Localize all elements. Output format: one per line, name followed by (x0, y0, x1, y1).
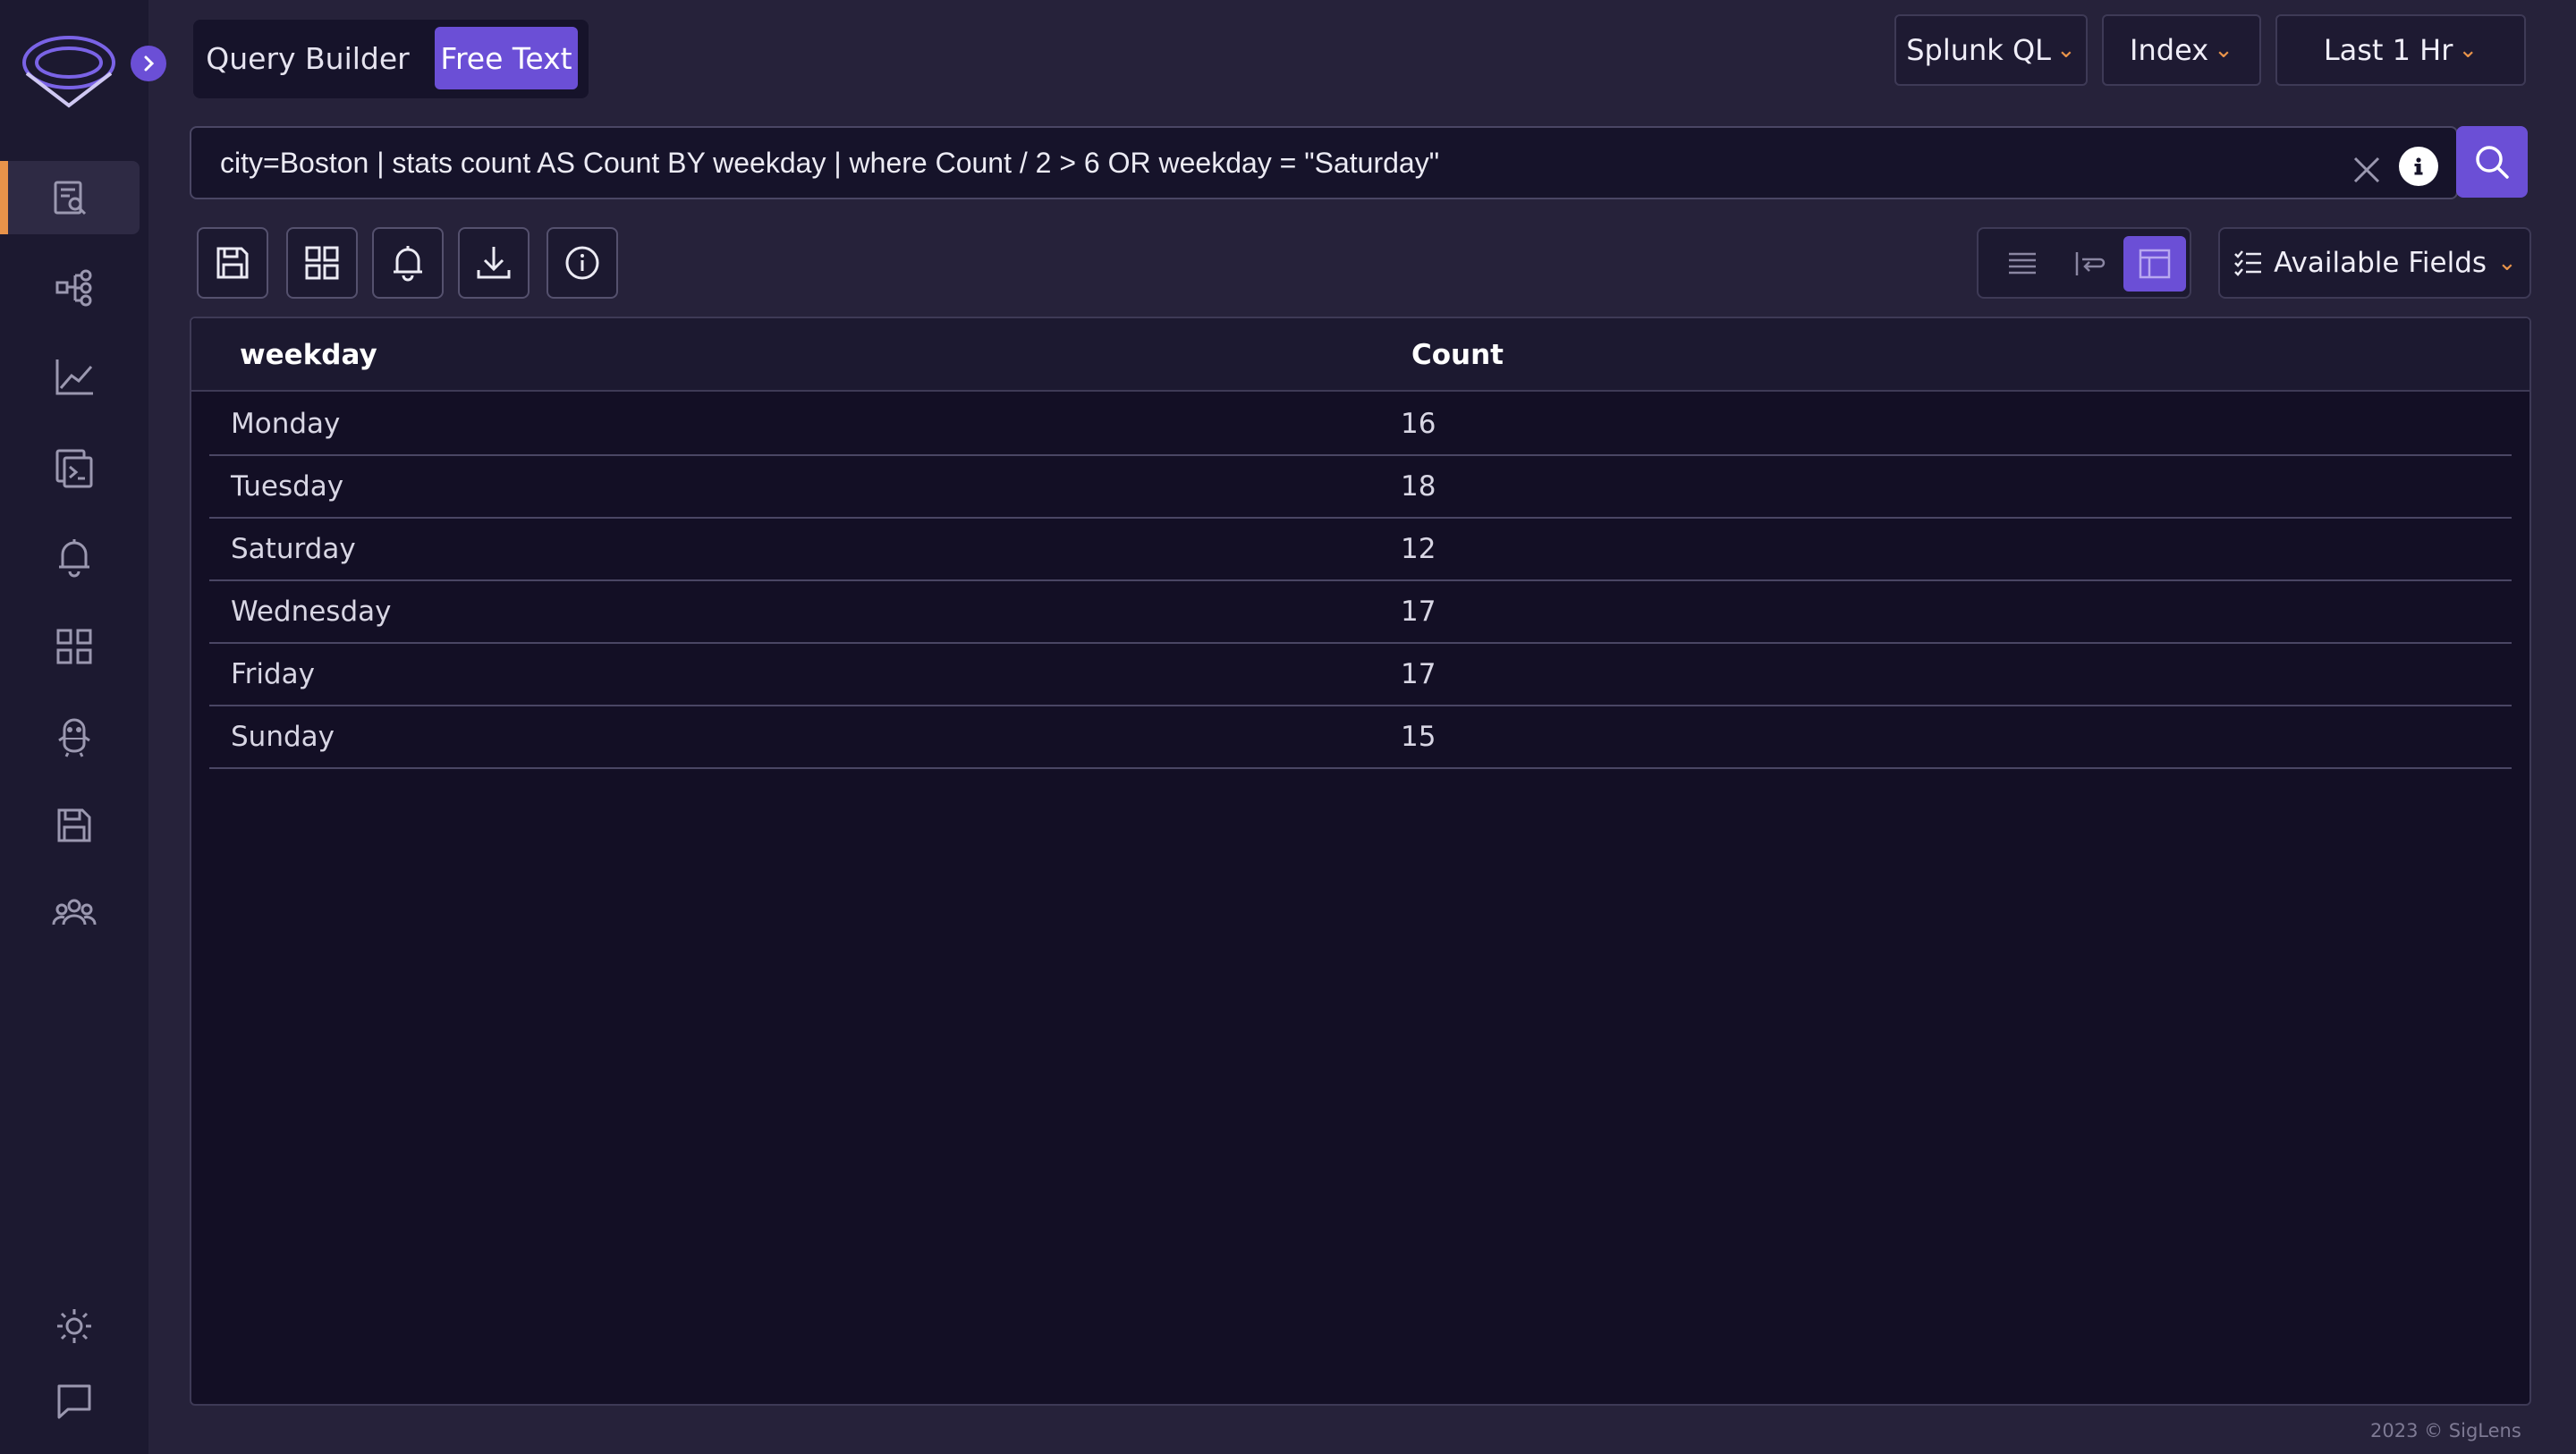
save-icon (216, 247, 249, 279)
clear-search-button[interactable] (2345, 148, 2388, 191)
dashboards-icon (56, 629, 92, 664)
service-graph-icon (55, 269, 92, 307)
sidebar-item-ingestion[interactable] (0, 699, 148, 773)
create-alert-button[interactable] (372, 227, 444, 299)
cell-weekday: Friday (231, 658, 315, 690)
query-language-label: Splunk QL (1906, 33, 2051, 67)
list-view-icon (2009, 252, 2036, 275)
table-row[interactable]: Tuesday 18 (209, 456, 2512, 519)
close-icon (2353, 156, 2380, 183)
live-tail-icon (55, 449, 93, 488)
query-details-button[interactable] (547, 227, 618, 299)
download-results-button[interactable] (458, 227, 530, 299)
cell-count: 18 (1401, 470, 1436, 503)
table-view-button[interactable] (2123, 236, 2186, 292)
cell-count: 12 (1401, 533, 1436, 565)
table-row[interactable]: Sunday 15 (209, 706, 2512, 769)
query-language-dropdown[interactable]: Splunk QL ⌄ (1894, 14, 2088, 86)
cell-count: 17 (1401, 658, 1436, 690)
cell-weekday: Saturday (231, 533, 356, 565)
theme-toggle[interactable] (0, 1289, 148, 1363)
org-users-icon (52, 899, 97, 926)
checklist-icon (2234, 250, 2262, 276)
magnifier-icon (2476, 146, 2509, 179)
table-row[interactable]: Wednesday 17 (209, 581, 2512, 644)
sidebar-item-search[interactable] (0, 161, 140, 234)
theme-icon (57, 1309, 91, 1343)
cell-count: 16 (1401, 408, 1436, 440)
time-range-label: Last 1 Hr (2323, 33, 2453, 67)
chevron-down-icon: ⌄ (2056, 37, 2076, 63)
sidebar-item-live-tail[interactable] (0, 431, 148, 504)
save-query-button[interactable] (197, 227, 268, 299)
table-view-icon (2139, 249, 2171, 279)
info-icon (565, 246, 599, 280)
sidebar-expand-button[interactable] (131, 46, 166, 81)
search-query-text[interactable]: city=Boston | stats count AS Count BY we… (220, 128, 1439, 198)
feedback-icon (57, 1384, 91, 1419)
search-icon (54, 181, 87, 216)
cell-weekday: Sunday (231, 721, 335, 753)
info-icon (2414, 157, 2423, 175)
free-text-tab[interactable]: Free Text (435, 27, 578, 89)
copyright-footer: 2023 © SigLens (2370, 1420, 2521, 1441)
index-dropdown[interactable]: Index ⌄ (2102, 14, 2261, 86)
time-range-dropdown[interactable]: Last 1 Hr ⌄ (2275, 14, 2526, 86)
column-header-weekday[interactable]: weekday (240, 318, 377, 392)
cell-weekday: Tuesday (231, 470, 344, 503)
run-search-button[interactable] (2456, 126, 2528, 198)
metrics-icon (55, 359, 93, 395)
table-row[interactable]: Saturday 12 (209, 519, 2512, 581)
multi-line-view-button[interactable] (2059, 236, 2122, 292)
cell-weekday: Monday (231, 408, 341, 440)
saved-queries-icon (57, 808, 91, 842)
sidebar-item-alerts[interactable] (0, 520, 148, 594)
dashboard-grid-icon (305, 246, 339, 280)
index-label: Index (2130, 33, 2209, 67)
alerts-icon (59, 539, 89, 578)
chevron-down-icon: ⌄ (2458, 37, 2479, 63)
available-fields-label: Available Fields (2274, 247, 2487, 279)
search-input[interactable]: city=Boston | stats count AS Count BY we… (190, 126, 2458, 199)
query-info-button[interactable] (2399, 147, 2438, 186)
results-table: weekday Count Monday 16 Tuesday 18 Satur… (190, 317, 2531, 1406)
download-icon (477, 247, 511, 279)
single-line-view-button[interactable] (1991, 236, 2054, 292)
sidebar-item-saved-queries[interactable] (0, 789, 148, 862)
cell-count: 15 (1401, 721, 1436, 753)
sidebar (0, 0, 166, 1454)
wrap-view-icon (2075, 252, 2106, 275)
table-row[interactable]: Friday 17 (209, 644, 2512, 706)
sidebar-item-dashboards[interactable] (0, 610, 148, 683)
chevron-down-icon: ⌄ (2214, 37, 2233, 63)
alert-bell-icon (394, 246, 422, 282)
feedback-button[interactable] (0, 1365, 148, 1438)
siglens-logo (20, 27, 118, 113)
view-mode-group (1977, 227, 2191, 299)
available-fields-dropdown[interactable]: Available Fields ⌄ (2218, 227, 2531, 299)
column-header-count[interactable]: Count (1411, 318, 1504, 392)
sidebar-item-org-users[interactable] (0, 876, 148, 950)
table-row[interactable]: Monday 16 (209, 393, 2512, 456)
ingestion-icon (58, 718, 90, 757)
add-to-dashboard-button[interactable] (286, 227, 358, 299)
cell-weekday: Wednesday (231, 596, 392, 628)
chevron-down-icon: ⌄ (2497, 249, 2517, 276)
cell-count: 17 (1401, 596, 1436, 628)
query-builder-tab[interactable]: Query Builder (206, 27, 410, 89)
sidebar-item-metrics[interactable] (0, 340, 148, 413)
query-mode-toggle: Query Builder Free Text (193, 20, 589, 98)
sidebar-item-service-graph[interactable] (0, 250, 148, 324)
table-header: weekday Count (191, 318, 2529, 392)
